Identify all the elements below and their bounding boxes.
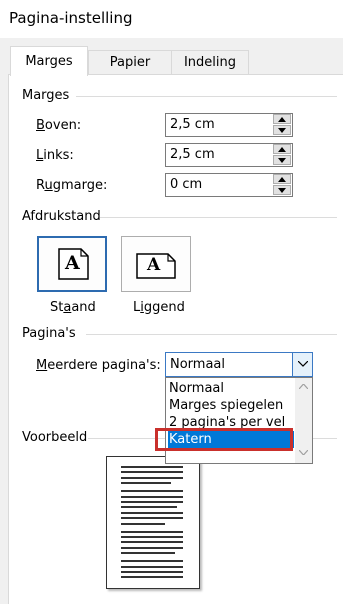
arrow-up-icon: [278, 177, 286, 182]
preview-line: [121, 506, 177, 509]
chevron-down-icon: [298, 361, 308, 367]
preview-line: [121, 490, 183, 493]
spin-buttons: [272, 114, 292, 136]
tab-label: Papier: [109, 55, 151, 70]
left-margin-label: Links:: [36, 148, 74, 163]
label-rest: ggend: [143, 300, 185, 315]
label-rest: and: [71, 300, 96, 315]
preview-line: [121, 541, 183, 544]
spin-down-button[interactable]: [273, 155, 291, 165]
pages-group-title: Pagina's: [22, 326, 76, 341]
preview-line: [121, 511, 183, 514]
preview-line: [121, 552, 175, 555]
spin-up-button[interactable]: [273, 144, 291, 154]
portrait-letter-icon: A: [65, 252, 80, 274]
spin-buttons: [272, 174, 292, 196]
tab-indeling[interactable]: Indeling: [171, 50, 249, 74]
arrow-down-icon: [278, 128, 286, 133]
gutter-input[interactable]: 0 cm: [165, 173, 293, 197]
gutter-label: Rugmarge:: [36, 178, 107, 193]
group-divider: [76, 96, 337, 97]
left-margin-input[interactable]: 2,5 cm: [165, 143, 293, 167]
tab-label: Indeling: [183, 55, 237, 70]
portrait-label: Staand: [50, 300, 96, 315]
preview-line: [121, 501, 183, 503]
landscape-label: Liggend: [133, 300, 185, 315]
input-value: 0 cm: [170, 177, 203, 192]
tab-papier[interactable]: Papier: [88, 50, 172, 74]
arrow-up-icon: [278, 117, 286, 122]
label-rest: inks:: [43, 148, 74, 163]
spin-up-button[interactable]: [273, 114, 291, 124]
portrait-button[interactable]: A: [37, 236, 107, 292]
option-marges-spiegelen[interactable]: Marges spiegelen: [168, 397, 294, 414]
margins-group-title: Marges: [22, 88, 70, 103]
scroll-down-icon[interactable]: [299, 450, 308, 455]
top-margin-label: Boven:: [36, 118, 81, 133]
group-divider: [86, 334, 337, 335]
multiple-pages-select[interactable]: Normaal: [165, 352, 313, 377]
mnemonic: M: [36, 358, 48, 373]
arrow-down-icon: [278, 158, 286, 163]
tab-marges[interactable]: Marges: [10, 46, 88, 76]
arrow-down-icon: [278, 188, 286, 193]
preview-line: [121, 571, 183, 573]
preview-line: [121, 522, 165, 525]
preview-line: [121, 476, 183, 479]
spin-up-button[interactable]: [273, 174, 291, 184]
arrow-up-icon: [278, 147, 286, 152]
input-value: 2,5 cm: [170, 147, 215, 162]
highlight-box: [155, 428, 293, 451]
preview-line: [121, 530, 183, 533]
preview-line: [121, 560, 183, 563]
preview-line: [121, 466, 183, 468]
landscape-letter-icon: A: [147, 255, 161, 275]
tab-label: Marges: [25, 54, 73, 69]
spin-down-button[interactable]: [273, 185, 291, 195]
preview-line: [121, 576, 183, 579]
mnemonic: u: [44, 178, 53, 193]
label-pre: St: [50, 300, 64, 315]
preview-line: [121, 471, 183, 474]
preview-line: [121, 517, 183, 520]
spin-down-button[interactable]: [273, 125, 291, 135]
preview-line: [121, 482, 171, 485]
multiple-pages-label: Meerdere pagina's:: [36, 358, 161, 373]
dropdown-scrollbar[interactable]: [295, 378, 312, 463]
orientation-group-title: Afdrukstand: [22, 209, 101, 224]
preview-line: [121, 536, 183, 538]
label-rest: oven:: [44, 118, 82, 133]
label-rest: eerdere pagina's:: [47, 358, 161, 373]
spin-buttons: [272, 144, 292, 166]
option-normaal[interactable]: Normaal: [168, 380, 294, 397]
page-preview: [106, 456, 200, 589]
preview-line: [121, 546, 183, 549]
mnemonic: B: [36, 118, 45, 133]
select-value: Normaal: [170, 357, 226, 372]
top-margin-input[interactable]: 2,5 cm: [165, 113, 293, 137]
dialog-title: Pagina-instelling: [9, 9, 133, 27]
preview-line: [121, 495, 183, 498]
scroll-up-icon[interactable]: [299, 384, 308, 389]
dropdown-button[interactable]: [292, 353, 312, 376]
landscape-button[interactable]: A: [121, 236, 191, 292]
label-rest: gmarge:: [52, 178, 108, 193]
input-value: 2,5 cm: [170, 117, 215, 132]
preview-group-title: Voorbeeld: [22, 430, 88, 445]
group-divider: [100, 217, 337, 218]
preview-line: [121, 565, 183, 568]
